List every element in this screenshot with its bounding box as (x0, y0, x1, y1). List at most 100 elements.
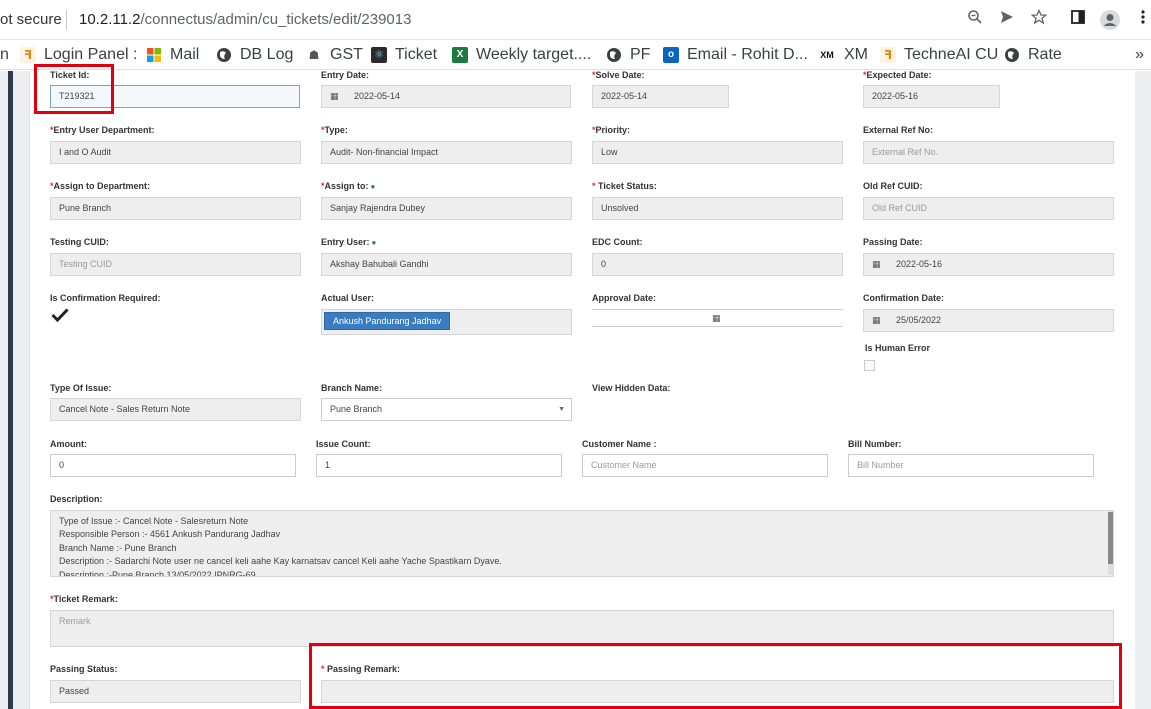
priority-label: *Priority: (592, 125, 631, 135)
bill-number-label: Bill Number: (848, 439, 902, 449)
customer-name-field[interactable]: Customer Name (582, 454, 828, 477)
bookmark-db-log[interactable]: DB Log (216, 44, 293, 66)
approval-date-label: Approval Date: (592, 293, 657, 303)
techneai-favicon: ꟻ (880, 47, 896, 63)
url-path: /connectus/admin/cu_tickets/edit/239013 (140, 11, 412, 28)
testing-cuid-field[interactable]: Testing CUID (50, 253, 301, 276)
bookmark-email-rohit[interactable]: o Email - Rohit D... (663, 44, 808, 66)
bookmark-xm[interactable]: XM XM (818, 44, 868, 66)
globe-icon (1004, 47, 1020, 63)
excel-icon: X (452, 47, 468, 63)
confirmation-date-label: Confirmation Date: (863, 293, 944, 303)
branch-name-select[interactable]: Pune Branch ▼ (321, 398, 572, 421)
solve-date-field[interactable]: 2022-05-14 (592, 85, 729, 108)
description-label: Description: (50, 494, 103, 504)
url-field[interactable]: 10.2.11.2/connectus/admin/cu_tickets/edi… (79, 11, 411, 28)
priority-field[interactable]: Low (592, 141, 843, 164)
menu-kebab-icon[interactable] (1132, 9, 1151, 31)
calendar-icon: ▦ (712, 313, 721, 323)
branch-name-label: Branch Name: (321, 383, 383, 393)
user-icon: ● (370, 182, 376, 191)
external-ref-no-field[interactable]: External Ref No. (863, 141, 1114, 164)
side-panel-icon[interactable] (1067, 9, 1089, 31)
view-hidden-data-label: View Hidden Data: (592, 383, 671, 393)
bookmark-login-panel[interactable]: ꟻ Login Panel : (20, 44, 137, 66)
confirmation-required-label: Is Confirmation Required: (50, 293, 161, 303)
calendar-icon: ▦ (872, 315, 881, 325)
globe-icon (606, 47, 622, 63)
description-scroll-thumb[interactable] (1108, 512, 1113, 564)
actual-user-label: Actual User: (321, 293, 375, 303)
description-line: Description :- Sadarchi Note user ne can… (59, 556, 502, 567)
expected-date-field[interactable]: 2022-05-16 (863, 85, 1000, 108)
calendar-icon: ▦ (330, 91, 339, 101)
entry-user-field[interactable]: Akshay Bahubali Gandhi (321, 253, 572, 276)
human-error-checkbox[interactable] (864, 360, 875, 371)
assign-to-department-label: *Assign to Department: (50, 181, 151, 191)
bookmarks-bar: n ꟻ Login Panel : Mail DB Log ☗ GST ⚛ Ti… (0, 40, 1151, 70)
ticket-remark-label: *Ticket Remark: (50, 594, 118, 604)
address-separator (66, 10, 67, 30)
assign-to-field[interactable]: Sanjay Rajendra Dubey (321, 197, 572, 220)
description-textarea[interactable]: Type of Issue :- Cancel Note - Salesretu… (50, 510, 1114, 577)
old-ref-cuid-field[interactable]: Old Ref CUID (863, 197, 1114, 220)
send-icon[interactable] (996, 9, 1018, 31)
globe-icon (216, 47, 232, 63)
login-favicon: ꟻ (20, 47, 36, 63)
issue-count-field[interactable]: 1 (316, 454, 562, 477)
bookmark-gst[interactable]: ☗ GST (306, 44, 363, 66)
user-icon: ● (371, 238, 377, 247)
bookmark-techneai[interactable]: ꟻ TechneAI CU (880, 44, 998, 66)
description-line: Branch Name :- Pune Branch (59, 542, 177, 553)
bookmark-fragment[interactable]: n (0, 44, 9, 66)
actual-user-chip[interactable]: Ankush Pandurang Jadhav (324, 312, 451, 330)
external-ref-no-label: External Ref No: (863, 125, 934, 135)
approval-date-field[interactable]: ▦ (592, 309, 843, 327)
bookmarks-overflow[interactable]: » (1135, 44, 1144, 66)
address-bar: ot secure 10.2.11.2/connectus/admin/cu_t… (0, 0, 1151, 40)
bookmark-weekly-target[interactable]: X Weekly target.... (452, 44, 591, 66)
security-indicator[interactable]: ot secure (0, 11, 62, 28)
url-host: 10.2.11.2 (79, 11, 141, 28)
bookmark-ticket[interactable]: ⚛ Ticket (371, 44, 437, 66)
bill-number-field[interactable]: Bill Number (848, 454, 1094, 477)
bookmark-star-icon[interactable] (1028, 8, 1050, 31)
gst-favicon: ☗ (308, 48, 320, 62)
confirmation-date-field[interactable]: ▦ 25/05/2022 (863, 309, 1114, 332)
profile-avatar-icon[interactable] (1099, 9, 1121, 31)
bookmark-mail[interactable]: Mail (146, 44, 199, 66)
bookmark-rate[interactable]: Rate (1004, 44, 1062, 66)
description-line: Type of Issue :- Cancel Note - Salesretu… (59, 516, 249, 526)
ticket-favicon: ⚛ (371, 47, 387, 63)
passing-date-field[interactable]: ▦ 2022-05-16 (863, 253, 1114, 276)
assign-to-label: *Assign to: ● (321, 181, 379, 191)
actual-user-field[interactable]: Ankush Pandurang Jadhav (321, 309, 572, 335)
type-of-issue-field[interactable]: Cancel Note - Sales Return Note (50, 398, 301, 421)
edc-count-label: EDC Count: (592, 237, 643, 247)
type-of-issue-label: Type Of Issue: (50, 383, 112, 393)
xm-favicon: XM (820, 50, 834, 60)
ticket-remark-textarea[interactable]: Remark (50, 610, 1114, 647)
page-content: Ticket Id: T219321 Entry Date: ▦ 2022-05-… (0, 64, 1151, 709)
description-line: Responsible Person :- 4561 Ankush Pandur… (59, 529, 281, 540)
entry-user-department-label: *Entry User Department: (50, 125, 155, 135)
amount-field[interactable]: 0 (50, 454, 296, 477)
bookmark-pf[interactable]: PF (606, 44, 650, 66)
highlight-ticket-id (34, 64, 114, 114)
ticket-status-field[interactable]: Unsolved (592, 197, 843, 220)
solve-date-label: *Solve Date: (592, 70, 645, 80)
passing-status-field[interactable]: Passed (50, 680, 301, 703)
ticket-form: Ticket Id: T219321 Entry Date: ▦ 2022-05-… (30, 70, 1135, 709)
zoom-icon[interactable] (964, 9, 986, 31)
checkmark-icon[interactable] (51, 308, 69, 326)
assign-to-department-field[interactable]: Pune Branch (50, 197, 301, 220)
type-field[interactable]: Audit- Non-financial Impact (321, 141, 572, 164)
entry-user-department-field[interactable]: I and O Audit (50, 141, 301, 164)
ticket-status-label: * Ticket Status: (592, 181, 657, 191)
chevron-down-icon: ▼ (558, 406, 565, 413)
type-label: *Type: (321, 125, 348, 135)
testing-cuid-label: Testing CUID: (50, 237, 109, 247)
calendar-icon: ▦ (872, 259, 881, 269)
entry-date-field[interactable]: ▦ 2022-05-14 (321, 85, 571, 108)
edc-count-field[interactable]: 0 (592, 253, 843, 276)
